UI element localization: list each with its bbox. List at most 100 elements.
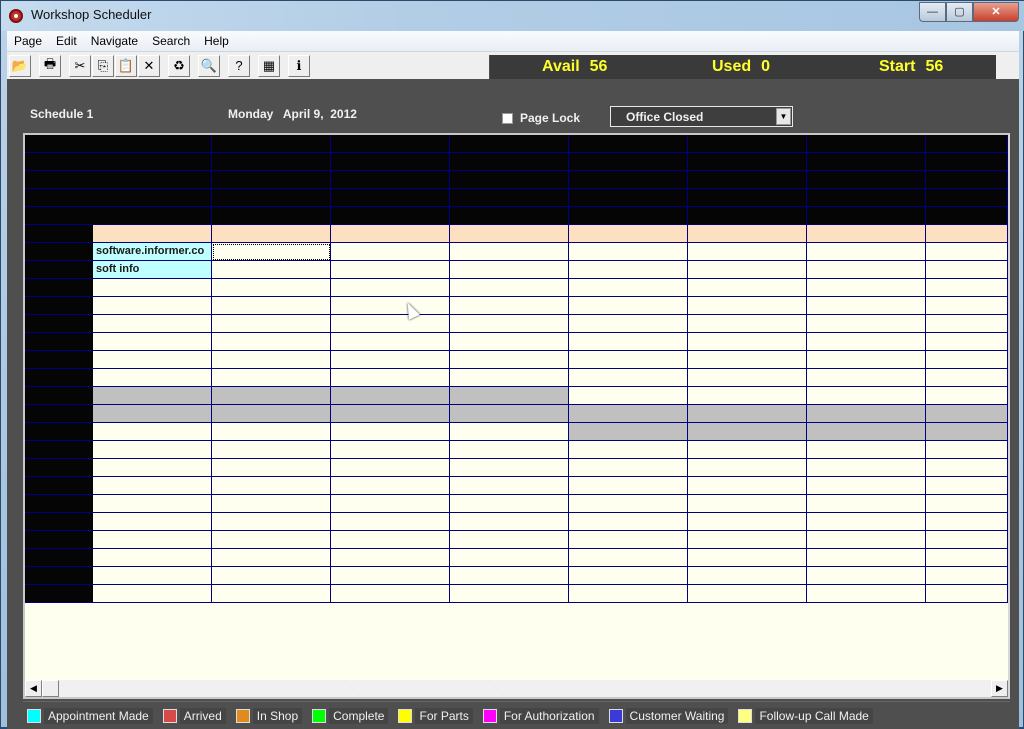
- schedule-cell[interactable]: [212, 225, 331, 243]
- schedule-cell[interactable]: [807, 225, 926, 243]
- schedule-cell[interactable]: [688, 441, 807, 459]
- schedule-cell[interactable]: [212, 423, 331, 441]
- schedule-cell[interactable]: [331, 567, 450, 585]
- schedule-cell[interactable]: [212, 153, 331, 171]
- schedule-cell[interactable]: [331, 207, 450, 225]
- schedule-cell[interactable]: [450, 495, 569, 513]
- schedule-cell[interactable]: [688, 225, 807, 243]
- schedule-cell[interactable]: [569, 135, 688, 153]
- schedule-cell[interactable]: [926, 513, 1008, 531]
- schedule-cell[interactable]: [569, 477, 688, 495]
- close-button[interactable]: ✕: [973, 2, 1019, 22]
- schedule-cell[interactable]: [926, 135, 1008, 153]
- schedule-cell[interactable]: [807, 333, 926, 351]
- schedule-cell[interactable]: [688, 333, 807, 351]
- schedule-cell[interactable]: [93, 279, 212, 297]
- schedule-cell[interactable]: [331, 171, 450, 189]
- schedule-cell[interactable]: [450, 549, 569, 567]
- row-header-cell[interactable]: [25, 225, 93, 243]
- schedule-cell[interactable]: [688, 531, 807, 549]
- row-header-cell[interactable]: [25, 135, 93, 153]
- schedule-cell[interactable]: [569, 225, 688, 243]
- row-header-cell[interactable]: [25, 279, 93, 297]
- schedule-cell[interactable]: [926, 495, 1008, 513]
- schedule-cell[interactable]: [926, 531, 1008, 549]
- schedule-cell[interactable]: [926, 459, 1008, 477]
- schedule-cell[interactable]: [212, 387, 331, 405]
- row-header-cell[interactable]: [25, 333, 93, 351]
- row-header-cell[interactable]: [25, 261, 93, 279]
- schedule-cell[interactable]: [688, 171, 807, 189]
- schedule-cell[interactable]: [450, 333, 569, 351]
- schedule-cell[interactable]: [807, 243, 926, 261]
- schedule-cell[interactable]: [93, 513, 212, 531]
- schedule-cell[interactable]: [450, 189, 569, 207]
- schedule-cell[interactable]: [450, 351, 569, 369]
- schedule-cell[interactable]: [569, 315, 688, 333]
- schedule-cell[interactable]: [331, 153, 450, 171]
- row-header-cell[interactable]: [25, 585, 93, 603]
- schedule-cell[interactable]: [926, 225, 1008, 243]
- schedule-cell[interactable]: [331, 531, 450, 549]
- schedule-cell[interactable]: [212, 477, 331, 495]
- schedule-cell[interactable]: [807, 279, 926, 297]
- schedule-cell[interactable]: [93, 549, 212, 567]
- schedule-cell[interactable]: software.informer.co: [93, 243, 212, 261]
- schedule-cell[interactable]: [926, 207, 1008, 225]
- schedule-cell[interactable]: [926, 477, 1008, 495]
- scroll-left-arrow-icon[interactable]: ◀: [25, 680, 42, 697]
- schedule-cell[interactable]: [212, 369, 331, 387]
- schedule-cell[interactable]: [688, 423, 807, 441]
- schedule-cell[interactable]: [569, 171, 688, 189]
- schedule-cell[interactable]: [212, 513, 331, 531]
- help-button[interactable]: ?: [228, 54, 250, 77]
- maximize-button[interactable]: ▢: [946, 2, 973, 22]
- schedule-cell[interactable]: [212, 441, 331, 459]
- row-header-cell[interactable]: [25, 171, 93, 189]
- row-header-cell[interactable]: [25, 297, 93, 315]
- menu-navigate[interactable]: Navigate: [84, 31, 145, 51]
- schedule-cell[interactable]: [688, 243, 807, 261]
- cut-button[interactable]: ✂: [69, 54, 91, 77]
- menu-page[interactable]: Page: [7, 31, 49, 51]
- schedule-cell[interactable]: [926, 315, 1008, 333]
- open-button[interactable]: 📂: [9, 54, 31, 77]
- schedule-cell[interactable]: [212, 549, 331, 567]
- schedule-cell[interactable]: [331, 351, 450, 369]
- schedule-cell[interactable]: [450, 153, 569, 171]
- schedule-cell[interactable]: [807, 531, 926, 549]
- schedule-cell[interactable]: [450, 459, 569, 477]
- schedule-cell[interactable]: [807, 315, 926, 333]
- horizontal-scrollbar[interactable]: ◀ ▶: [25, 680, 1008, 697]
- schedule-cell[interactable]: [569, 495, 688, 513]
- schedule-cell[interactable]: [688, 567, 807, 585]
- schedule-cell[interactable]: [331, 135, 450, 153]
- row-header-cell[interactable]: [25, 387, 93, 405]
- schedule-cell[interactable]: [331, 261, 450, 279]
- chevron-down-icon[interactable]: ▼: [776, 108, 791, 125]
- schedule-cell[interactable]: [926, 243, 1008, 261]
- schedule-cell[interactable]: [93, 135, 212, 153]
- schedule-cell[interactable]: [331, 585, 450, 603]
- schedule-cell[interactable]: [93, 567, 212, 585]
- row-header-cell[interactable]: [25, 423, 93, 441]
- schedule-cell[interactable]: [331, 477, 450, 495]
- minimize-button[interactable]: —: [919, 2, 946, 22]
- schedule-cell[interactable]: [212, 135, 331, 153]
- schedule-cell[interactable]: [569, 567, 688, 585]
- menu-search[interactable]: Search: [145, 31, 197, 51]
- schedule-cell[interactable]: [688, 279, 807, 297]
- schedule-cell[interactable]: [807, 135, 926, 153]
- menu-edit[interactable]: Edit: [49, 31, 84, 51]
- row-header-cell[interactable]: [25, 207, 93, 225]
- schedule-cell[interactable]: [331, 297, 450, 315]
- row-header-cell[interactable]: [25, 351, 93, 369]
- schedule-cell[interactable]: [450, 261, 569, 279]
- row-header-cell[interactable]: [25, 189, 93, 207]
- schedule-cell[interactable]: [212, 207, 331, 225]
- delete-button[interactable]: ✕: [138, 54, 160, 77]
- schedule-cell[interactable]: [331, 387, 450, 405]
- schedule-cell[interactable]: soft info: [93, 261, 212, 279]
- schedule-cell[interactable]: [569, 531, 688, 549]
- menu-help[interactable]: Help: [197, 31, 236, 51]
